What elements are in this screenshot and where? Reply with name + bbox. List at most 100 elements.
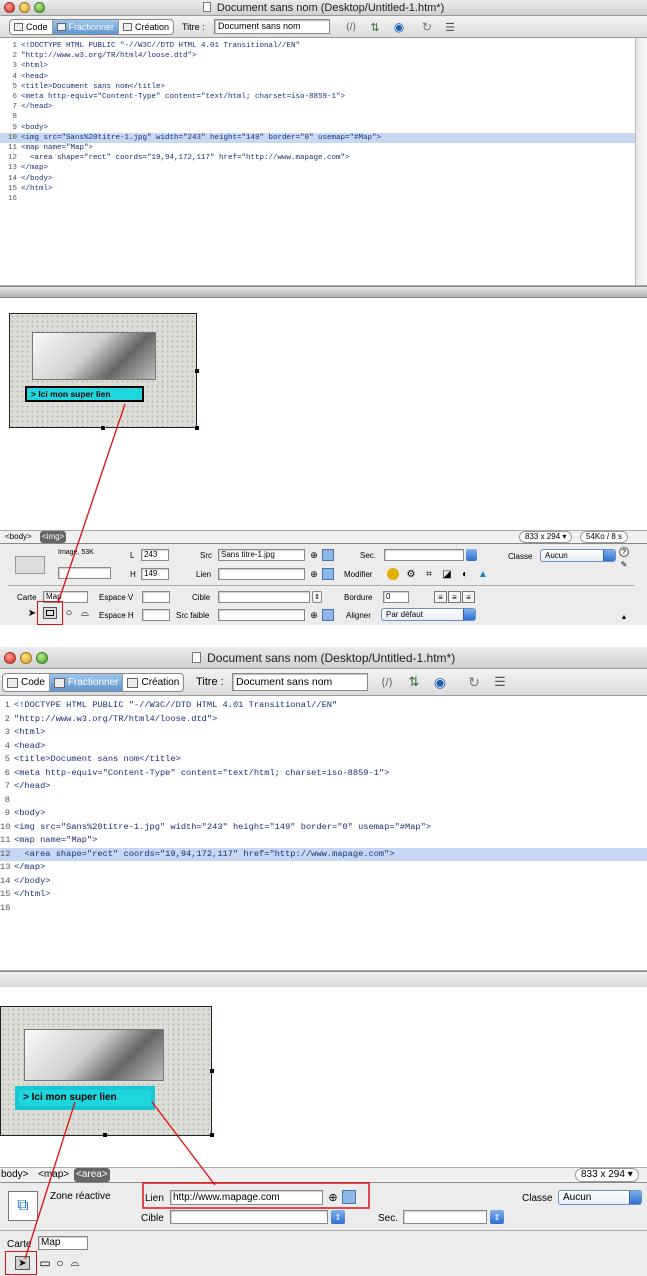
code-line[interactable]: 9 <body> — [0, 807, 647, 821]
edit-image-icon[interactable] — [387, 568, 399, 580]
title-input[interactable]: Document sans nom — [214, 19, 330, 34]
window-size-menu[interactable]: 833 x 294 ▾ — [519, 531, 573, 543]
aligner-select[interactable]: Par défaut — [381, 608, 476, 621]
design-view-button[interactable]: Création — [119, 20, 173, 34]
browse-folder-icon[interactable] — [342, 1190, 356, 1204]
resize-handle[interactable] — [103, 1133, 107, 1137]
browse-folder-icon[interactable] — [322, 609, 334, 621]
polygon-hotspot-icon[interactable]: ⌓ — [68, 1256, 82, 1270]
pointer-tool-icon[interactable]: ➤ — [27, 607, 37, 619]
edit-pencil-icon[interactable]: ✎ — [619, 559, 629, 569]
zoom-button[interactable] — [34, 2, 45, 13]
validate-markup-icon[interactable]: ⟨/⟩ — [376, 674, 398, 690]
cible-dropdown-icon[interactable]: ⇕ — [331, 1210, 345, 1224]
code-line[interactable]: 9 <body> — [0, 123, 647, 133]
code-editor[interactable]: 1 <!DOCTYPE HTML PUBLIC "-//W3C//DTD HTML… — [0, 696, 647, 971]
src-faible-field[interactable] — [218, 609, 305, 621]
tag-body[interactable]: body> — [1, 1168, 29, 1182]
cible-dropdown-icon[interactable]: ⇕ — [312, 591, 322, 603]
code-line[interactable]: 5 <title>Document sans nom</title> — [0, 753, 647, 767]
code-line[interactable]: 2 "http://www.w3.org/TR/html4/loose.dtd"> — [0, 51, 647, 61]
circle-hotspot-icon[interactable]: ○ — [63, 607, 75, 619]
code-line[interactable]: 14 </body> — [0, 174, 647, 184]
code-line[interactable]: 8 — [0, 794, 647, 808]
sec-dropdown-icon[interactable] — [466, 549, 477, 561]
design-view[interactable]: > Ici mon super lien — [0, 987, 647, 1167]
code-line[interactable]: 12 <area shape="rect" coords="19,94,172,… — [0, 847, 647, 861]
resample-icon[interactable]: ◪ — [441, 568, 453, 580]
point-to-file-icon[interactable]: ⊕ — [327, 1190, 339, 1205]
zoom-button[interactable] — [36, 652, 48, 664]
refresh-icon[interactable]: ↻ — [466, 674, 482, 690]
image-map-image[interactable]: > Ici mon super lien — [0, 1006, 212, 1136]
code-line[interactable]: 4 <head> — [0, 740, 647, 754]
src-field[interactable]: Sans titre-1.jpg — [218, 549, 305, 561]
point-to-file-icon[interactable]: ⊕ — [309, 549, 319, 561]
resize-handle[interactable] — [195, 426, 199, 430]
code-line[interactable]: 1 <!DOCTYPE HTML PUBLIC "-//W3C//DTD HTML… — [0, 41, 647, 51]
code-line[interactable]: 3 <html> — [0, 61, 647, 71]
code-line[interactable]: 2 "http://www.w3.org/TR/html4/loose.dtd"> — [0, 713, 647, 727]
code-line[interactable]: 10 <img src="Sans%20titre-1.jpg" width="2… — [0, 821, 647, 835]
code-line[interactable]: 16 — [0, 194, 647, 204]
image-name-field[interactable] — [58, 567, 111, 579]
preview-browser-icon[interactable]: ◉ — [430, 674, 450, 690]
sec-dropdown-icon[interactable]: ⇕ — [490, 1210, 504, 1224]
collapse-arrow-icon[interactable]: ▲ — [619, 612, 629, 622]
code-line[interactable]: 15 </html> — [0, 184, 647, 194]
crop-icon[interactable]: ⌗ — [423, 568, 435, 580]
split-divider[interactable] — [0, 971, 647, 987]
resize-handle[interactable] — [210, 1069, 214, 1073]
code-scrollbar[interactable] — [635, 38, 647, 285]
code-line[interactable]: 1 <!DOCTYPE HTML PUBLIC "-//W3C//DTD HTML… — [0, 699, 647, 713]
cible-field[interactable] — [218, 591, 310, 603]
width-field[interactable]: 243 — [141, 549, 169, 561]
code-line[interactable]: 4 <head> — [0, 72, 647, 82]
design-view[interactable]: > Ici mon super lien — [0, 298, 647, 530]
image-map-image[interactable]: > Ici mon super lien — [9, 313, 197, 428]
code-line[interactable]: 3 <html> — [0, 726, 647, 740]
resize-handle[interactable] — [101, 426, 105, 430]
code-line[interactable]: 11 <map name="Map"> — [0, 834, 647, 848]
validate-markup-icon[interactable]: ⟨/⟩ — [342, 20, 360, 34]
sharpen-icon[interactable]: ▲ — [477, 568, 489, 580]
minimize-button[interactable] — [20, 652, 32, 664]
file-transfer-icon[interactable]: ⇅ — [404, 674, 424, 690]
split-view-button[interactable]: Fractionner — [52, 20, 120, 34]
sec-field[interactable] — [384, 549, 464, 561]
polygon-hotspot-icon[interactable]: ⌓ — [79, 607, 91, 619]
classe-select[interactable]: Aucun — [558, 1190, 642, 1205]
rectangle-hotspot-icon[interactable]: ▭ — [38, 1256, 52, 1270]
file-transfer-icon[interactable]: ⇅ — [366, 20, 384, 34]
split-divider[interactable] — [0, 286, 647, 298]
design-view-button[interactable]: Création — [123, 674, 183, 691]
resize-handle[interactable] — [195, 369, 199, 373]
code-view-button[interactable]: Code — [10, 20, 53, 34]
code-line[interactable]: 12 <area shape="rect" coords="19,94,172,… — [0, 153, 647, 163]
code-line[interactable]: 16 — [0, 902, 647, 916]
code-line[interactable]: 5 <title>Document sans nom</title> — [0, 82, 647, 92]
tag-map[interactable]: <map> — [38, 1168, 69, 1182]
help-icon[interactable]: ? — [619, 547, 629, 557]
code-line[interactable]: 15 </html> — [0, 888, 647, 902]
view-options-icon[interactable]: ☰ — [490, 674, 510, 690]
browse-folder-icon[interactable] — [322, 568, 334, 580]
tag-img[interactable]: <img> — [40, 531, 67, 543]
bordure-field[interactable]: 0 — [383, 591, 409, 603]
code-line[interactable]: 13 </map> — [0, 163, 647, 173]
code-line[interactable]: 14 </body> — [0, 875, 647, 889]
align-right-icon[interactable]: ≡ — [462, 591, 475, 603]
browse-folder-icon[interactable] — [322, 549, 334, 561]
carte-field[interactable]: Map — [38, 1236, 88, 1250]
resize-handle[interactable] — [210, 1133, 214, 1137]
code-line[interactable]: 13 </map> — [0, 861, 647, 875]
code-editor[interactable]: 1 <!DOCTYPE HTML PUBLIC "-//W3C//DTD HTML… — [0, 38, 647, 286]
code-line[interactable]: 10 <img src="Sans%20titre-1.jpg" width="2… — [0, 132, 647, 143]
code-line[interactable]: 6 <meta http-equiv="Content-Type" content… — [0, 92, 647, 102]
sec-field[interactable] — [403, 1210, 487, 1224]
espace-v-field[interactable] — [142, 591, 170, 603]
lien-field[interactable] — [218, 568, 305, 580]
code-line[interactable]: 7 </head> — [0, 780, 647, 794]
optimize-icon[interactable]: ⚙ — [405, 568, 417, 580]
preview-browser-icon[interactable]: ◉ — [390, 20, 408, 34]
